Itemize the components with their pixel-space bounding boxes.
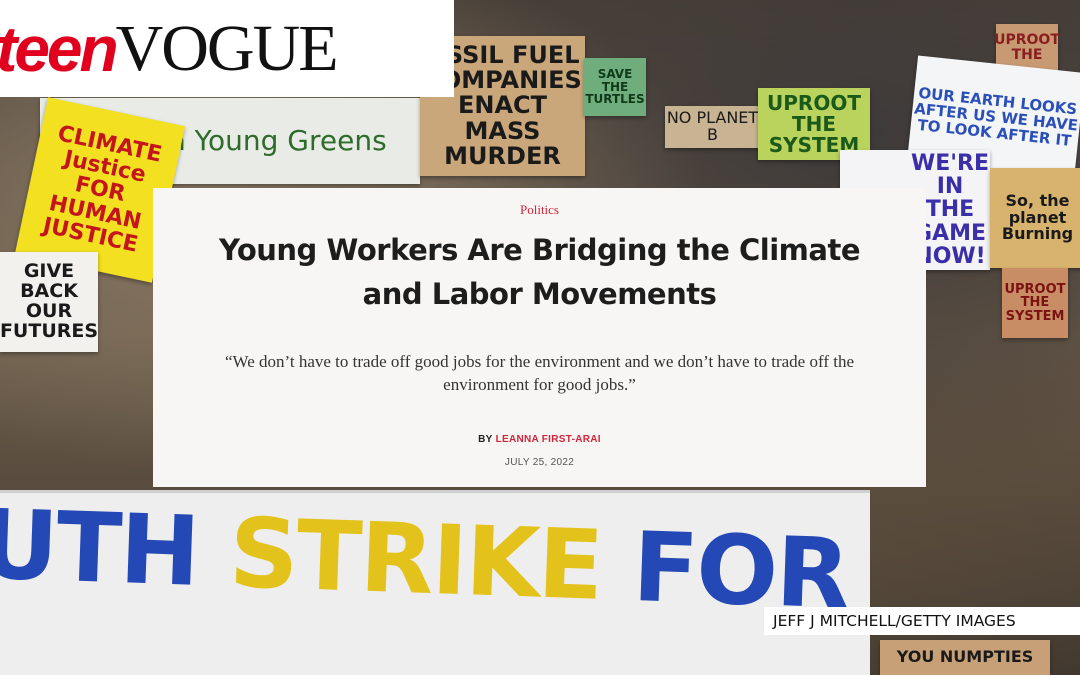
- banner-word: UTH: [0, 490, 232, 609]
- site-logo[interactable]: teen VOGUE: [0, 0, 454, 97]
- byline: BY LEANNA FIRST-ARAI: [153, 434, 926, 445]
- sign-planet-burning: So, the planet Burning: [990, 168, 1080, 268]
- sign-uproot-small: UPROOT THE SYSTEM: [1002, 268, 1068, 338]
- article-dek: “We don’t have to trade off good jobs fo…: [224, 352, 855, 394]
- sign-give-back-futures: GIVE BACK OUR FUTURES: [0, 252, 98, 352]
- byline-prefix: BY: [478, 434, 493, 445]
- article-card: Politics Young Workers Are Bridging the …: [153, 188, 926, 487]
- category-link[interactable]: Politics: [153, 202, 926, 218]
- protest-banner: UTH STRIKE FOR CLIMATE !: [0, 490, 870, 675]
- sign-save-turtles: SAVE THE TURTLES: [584, 58, 646, 116]
- article-title: Young Workers Are Bridging the Climate a…: [219, 233, 861, 311]
- logo-vogue: VOGUE: [115, 11, 339, 85]
- author-link[interactable]: LEANNA FIRST-ARAI: [496, 434, 601, 445]
- sign-you-numpties: YOU NUMPTIES: [880, 640, 1050, 675]
- publish-date: JULY 25, 2022: [504, 457, 575, 468]
- logo-teen: teen: [0, 12, 119, 85]
- photo-credit: JEFF J MITCHELL/GETTY IMAGES: [764, 607, 1080, 635]
- banner-text: UTH STRIKE FOR CLIMATE !: [0, 490, 870, 650]
- banner-word: STRIKE: [227, 496, 635, 623]
- sign-no-planet-b: NO PLANET B: [665, 106, 760, 148]
